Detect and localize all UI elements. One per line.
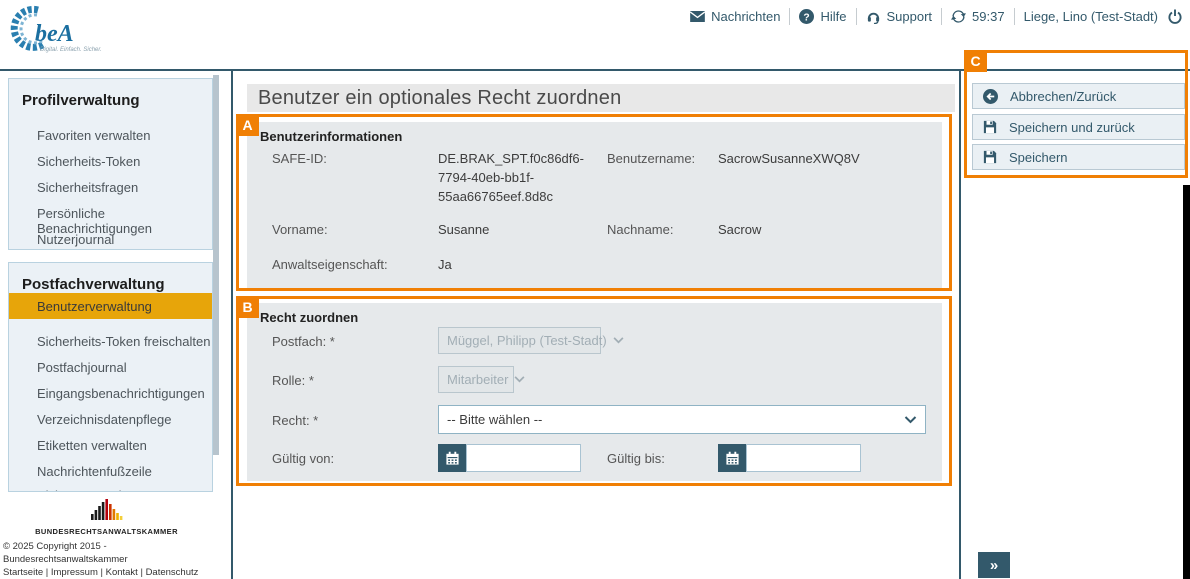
- sidebar-item-favoriten-verwalten[interactable]: Favoriten verwalten: [9, 128, 212, 143]
- rolle-select: Mitarbeiter: [438, 366, 514, 393]
- bea-logo: beA Digital. Einfach. Sicher.: [8, 4, 158, 64]
- support-menu-item[interactable]: Support: [866, 9, 933, 24]
- refresh-icon: [951, 9, 966, 24]
- brak-footer-logo: BUNDESRECHTSANWALTSKAMMER: [0, 498, 213, 536]
- sidebar-item-nutzerjournal[interactable]: Nutzerjournal: [9, 232, 212, 247]
- top-menu-bar: Nachrichten ? Hilfe Support: [690, 8, 1183, 25]
- nachrichten-menu-item[interactable]: Nachrichten: [690, 9, 780, 24]
- recht-label: Recht: *: [272, 413, 318, 428]
- vorname-label: Vorname:: [272, 222, 328, 237]
- chevron-down-icon: [613, 337, 624, 344]
- bea-application: beA Digital. Einfach. Sicher. Nachrichte…: [0, 0, 1190, 579]
- header-divider: [0, 69, 1190, 71]
- abbrechen-zurueck-button[interactable]: Abbrechen/Zurück: [972, 83, 1185, 109]
- logout-power-icon[interactable]: [1167, 9, 1183, 25]
- nachname-value: Sacrow: [718, 222, 761, 237]
- sidebar-section-profilverwaltung: Profilverwaltung Favoriten verwalten Sic…: [8, 78, 213, 250]
- calendar-icon: [725, 451, 740, 466]
- screen-edge-strip: [1183, 185, 1190, 579]
- sidebar-section-postfachverwaltung: Postfachverwaltung Benutzerverwaltung Si…: [8, 262, 213, 492]
- copyright-text: © 2025 Copyright 2015 - Bundesrechtsanwa…: [3, 540, 228, 566]
- user-info-heading: Benutzerinformationen: [260, 129, 402, 144]
- speichern-und-zurueck-label: Speichern und zurück: [1009, 120, 1135, 135]
- postfach-select-value: Müggel, Philipp (Test-Stadt): [439, 333, 607, 348]
- rolle-select-value: Mitarbeiter: [439, 372, 508, 387]
- sidebar-section-title: Profilverwaltung: [9, 79, 212, 109]
- sidebar-item-sichten-verwalten[interactable]: Sichten verwalten: [9, 488, 212, 492]
- footer-links[interactable]: Startseite | Impressum | Kontakt | Daten…: [3, 566, 228, 579]
- safe-id-value-line3: 55aa66765eef.8d8c: [438, 189, 553, 204]
- speichern-und-zurueck-button[interactable]: Speichern und zurück: [972, 114, 1185, 140]
- gueltig-von-input[interactable]: [466, 444, 581, 472]
- rolle-label: Rolle: *: [272, 373, 314, 388]
- session-timer-value: 59:37: [972, 9, 1005, 24]
- topbar-separator: [1014, 8, 1015, 25]
- svg-text:Digital. Einfach. Sicher.: Digital. Einfach. Sicher.: [40, 47, 102, 53]
- sidebar-item-eingangsbenachrichtigungen[interactable]: Eingangsbenachrichtigungen: [9, 386, 212, 401]
- benutzername-value: SacrowSusanneXWQ8V: [718, 151, 860, 166]
- sidebar-item-nachrichtenfusszeile[interactable]: Nachrichtenfußzeile: [9, 464, 212, 479]
- topbar-separator: [789, 8, 790, 25]
- gueltig-bis-input[interactable]: [746, 444, 861, 472]
- topbar-separator: [856, 8, 857, 25]
- anwaltseigenschaft-value: Ja: [438, 257, 452, 272]
- brak-bars-icon: [77, 498, 137, 520]
- calendar-icon: [445, 451, 460, 466]
- sidebar-scrollbar[interactable]: [213, 75, 219, 455]
- recht-select-value: -- Bitte wählen --: [439, 412, 898, 427]
- nachrichten-label: Nachrichten: [711, 9, 780, 24]
- main-actions-divider: [959, 70, 961, 579]
- safe-id-value-line2: 7794-40eb-bb1f-: [438, 170, 534, 185]
- sidebar-section-title: Postfachverwaltung: [9, 263, 212, 293]
- expand-panel-button[interactable]: »: [978, 552, 1010, 578]
- headset-icon: [866, 9, 881, 24]
- chevron-down-icon: [514, 376, 525, 383]
- save-icon: [983, 150, 997, 164]
- sidebar-item-sicherheits-token[interactable]: Sicherheits-Token: [9, 154, 212, 169]
- sidebar-item-sicherheitsfragen[interactable]: Sicherheitsfragen: [9, 180, 212, 195]
- postfach-label: Postfach: *: [272, 334, 335, 349]
- assign-right-heading: Recht zuordnen: [260, 310, 358, 325]
- session-timer[interactable]: 59:37: [951, 9, 1005, 24]
- sidebar-footer: © 2025 Copyright 2015 - Bundesrechtsanwa…: [3, 540, 228, 579]
- hilfe-label: Hilfe: [820, 9, 846, 24]
- bea-logo-swirl-icon: beA Digital. Einfach. Sicher.: [8, 4, 158, 64]
- gueltig-von-calendar-button[interactable]: [438, 444, 466, 472]
- sidebar-main-divider: [231, 70, 233, 579]
- page-title: Benutzer ein optionales Recht zuordnen: [247, 84, 955, 112]
- back-arrow-icon: [983, 89, 998, 104]
- sidebar-item-postfachjournal[interactable]: Postfachjournal: [9, 360, 212, 375]
- nachname-label: Nachname:: [607, 222, 673, 237]
- anwaltseigenschaft-label: Anwaltseigenschaft:: [272, 257, 388, 272]
- sidebar-item-etiketten-verwalten[interactable]: Etiketten verwalten: [9, 438, 212, 453]
- sidebar-item-verzeichnisdatenpflege[interactable]: Verzeichnisdatenpflege: [9, 412, 212, 427]
- speichern-button[interactable]: Speichern: [972, 144, 1185, 170]
- assign-right-panel: Recht zuordnen Postfach: * Müggel, Phili…: [247, 303, 942, 481]
- safe-id-label: SAFE-ID:: [272, 151, 327, 166]
- topbar-separator: [941, 8, 942, 25]
- vorname-value: Susanne: [438, 222, 489, 237]
- hilfe-menu-item[interactable]: ? Hilfe: [799, 9, 846, 24]
- speichern-label: Speichern: [1009, 150, 1068, 165]
- safe-id-value-line1: DE.BRAK_SPT.f0c86df6-: [438, 151, 584, 166]
- sidebar-item-sicherheits-token-freischalten[interactable]: Sicherheits-Token freischalten: [9, 334, 212, 349]
- chevron-down-icon: [904, 416, 917, 424]
- sidebar-item-benutzerverwaltung[interactable]: Benutzerverwaltung: [9, 293, 212, 319]
- gueltig-bis-label: Gültig bis:: [607, 451, 665, 466]
- user-info-panel: Benutzerinformationen SAFE-ID: DE.BRAK_S…: [247, 122, 942, 288]
- gueltig-von-label: Gültig von:: [272, 451, 334, 466]
- save-icon: [983, 120, 997, 134]
- logged-in-user: Liege, Lino (Test-Stadt): [1024, 9, 1158, 24]
- svg-text:beA: beA: [35, 21, 74, 47]
- benutzername-label: Benutzername:: [607, 151, 695, 166]
- recht-select[interactable]: -- Bitte wählen --: [438, 405, 926, 434]
- support-label: Support: [887, 9, 933, 24]
- envelope-icon: [690, 11, 705, 22]
- gueltig-bis-calendar-button[interactable]: [718, 444, 746, 472]
- postfach-select: Müggel, Philipp (Test-Stadt): [438, 327, 601, 354]
- help-icon: ?: [799, 9, 814, 24]
- svg-text:?: ?: [804, 12, 810, 23]
- abbrechen-zurueck-label: Abbrechen/Zurück: [1010, 89, 1116, 104]
- brak-org-name: BUNDESRECHTSANWALTSKAMMER: [0, 527, 213, 536]
